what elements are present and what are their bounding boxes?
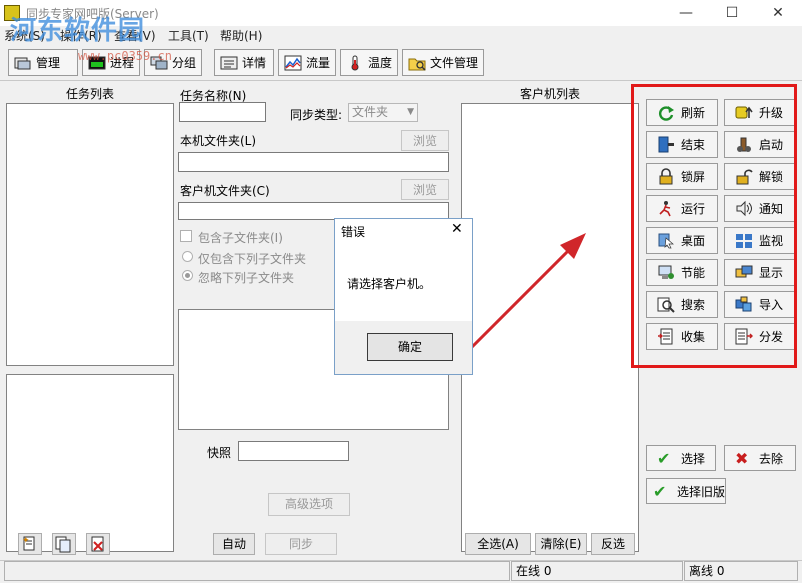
task-name-input[interactable]: [179, 102, 266, 122]
clear-button[interactable]: 清除(E): [535, 533, 587, 555]
advanced-options-button[interactable]: 高级选项: [268, 493, 350, 516]
highlight-box: [631, 84, 797, 368]
file-manager-icon: [408, 55, 426, 71]
delete-task-button[interactable]: [86, 533, 110, 555]
status-main: [4, 561, 510, 581]
traffic-chart-icon: [284, 55, 302, 71]
dialog-message: 请选择客户机。: [347, 277, 432, 291]
include-subfolders-label: 包含子文件夹(I): [198, 231, 283, 245]
maximize-button[interactable]: ☐: [709, 0, 755, 26]
copy-task-button[interactable]: [52, 533, 76, 555]
status-offline: 离线 0: [684, 561, 798, 581]
sync-type-select[interactable]: 文件夹 ▼: [348, 103, 418, 122]
client-list-header: 客户机列表: [519, 87, 580, 101]
auto-button[interactable]: 自动: [213, 533, 255, 555]
remove-button[interactable]: ✖ 去除: [724, 445, 796, 471]
snapshot-label: 快照: [207, 446, 232, 460]
thermometer-icon: [346, 55, 364, 71]
select-all-button[interactable]: 全选(A): [465, 533, 531, 555]
toolbar-file-manager-button[interactable]: 文件管理: [402, 49, 484, 76]
toolbar-temperature-button[interactable]: 温度: [340, 49, 398, 76]
toolbar-divider: [0, 80, 802, 81]
status-online: 在线 0: [511, 561, 683, 581]
toolbar-details-button[interactable]: 详情: [214, 49, 274, 76]
client-folder-label: 客户机文件夹(C): [180, 184, 270, 198]
copy-task-icon: [55, 536, 71, 553]
watermark-logo: 河东软件园: [10, 16, 146, 46]
local-folder-input[interactable]: [178, 152, 449, 172]
checkmark-icon: ✔: [653, 481, 667, 501]
svg-text:✦: ✦: [22, 536, 30, 546]
sync-type-label: 同步类型:: [290, 108, 343, 122]
watermark-url: www.pc0359.cn: [78, 49, 172, 63]
dialog-title: 错误: [341, 225, 366, 239]
cross-icon: ✖: [735, 448, 749, 468]
client-browse-button[interactable]: 浏览: [401, 179, 449, 200]
select-old-button[interactable]: ✔ 选择旧版: [646, 478, 726, 504]
task-list[interactable]: [6, 103, 174, 366]
local-browse-button[interactable]: 浏览: [401, 130, 449, 151]
radio-only-label: 仅包含下列子文件夹: [198, 252, 307, 266]
include-subfolders-checkbox[interactable]: [180, 230, 192, 242]
error-dialog: 错误 ✕ 请选择客户机。 确定: [334, 218, 473, 375]
checkmark-icon: ✔: [657, 448, 671, 468]
menu-tools[interactable]: 工具(T): [168, 27, 209, 44]
delete-task-icon: [91, 536, 104, 552]
close-button[interactable]: ✕: [755, 0, 801, 26]
dialog-footer: 确定: [335, 321, 472, 374]
manage-icon: [14, 55, 32, 71]
sync-button[interactable]: 同步: [265, 533, 337, 555]
invert-selection-button[interactable]: 反选: [591, 533, 635, 555]
task-detail-list[interactable]: [6, 374, 174, 552]
toolbar-manage-button[interactable]: 管理: [8, 49, 78, 76]
radio-ignore-label: 忽略下列子文件夹: [198, 271, 295, 285]
radio-ignore-subfolders[interactable]: [182, 270, 193, 281]
dialog-ok-button[interactable]: 确定: [367, 333, 453, 361]
radio-dot: [185, 273, 190, 278]
task-list-header: 任务列表: [65, 87, 114, 101]
toolbar-traffic-button[interactable]: 流量: [278, 49, 336, 76]
add-task-icon: ✦: [22, 536, 35, 551]
menu-help[interactable]: 帮助(H): [220, 27, 262, 44]
snapshot-input[interactable]: [238, 441, 349, 461]
local-folder-label: 本机文件夹(L): [180, 134, 257, 148]
chevron-down-icon: ▼: [407, 107, 414, 117]
dialog-close-button[interactable]: ✕: [451, 221, 463, 237]
add-task-button[interactable]: ✦: [18, 533, 42, 555]
radio-only-subfolders[interactable]: [182, 251, 193, 262]
select-button[interactable]: ✔ 选择: [646, 445, 716, 471]
details-icon: [220, 55, 238, 71]
minimize-button[interactable]: —: [663, 0, 709, 26]
